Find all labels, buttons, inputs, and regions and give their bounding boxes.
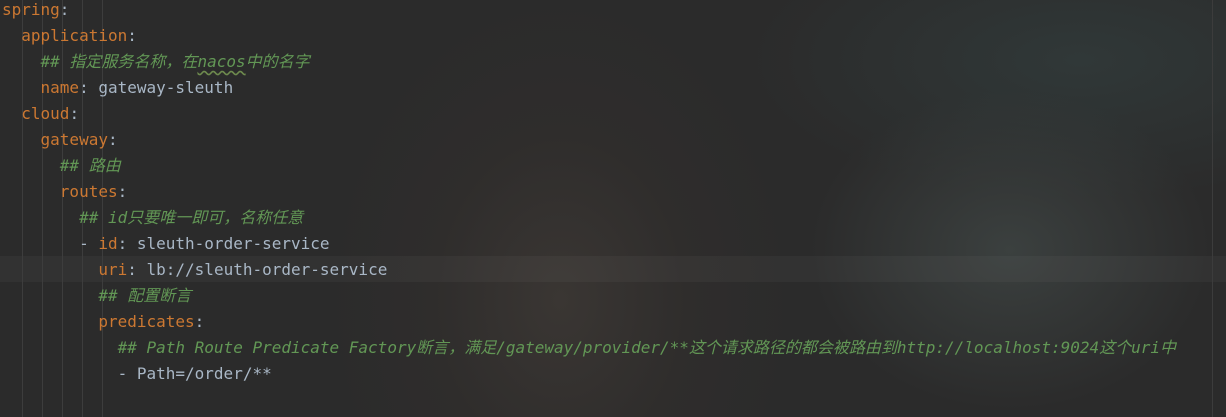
yaml-dash: -	[79, 234, 99, 253]
yaml-comment: ## 路由	[59, 156, 121, 175]
yaml-key: id	[98, 234, 118, 253]
yaml-key: predicates	[98, 312, 195, 331]
code-line[interactable]: - Path=/order/**	[2, 361, 1176, 387]
yaml-key: routes	[59, 182, 118, 201]
code-line[interactable]: uri: lb://sleuth-order-service	[2, 257, 1176, 283]
yaml-separator: :	[127, 26, 137, 45]
code-line[interactable]: predicates:	[2, 309, 1176, 335]
yaml-separator: :	[117, 182, 128, 201]
code-line[interactable]: application:	[2, 23, 1176, 49]
yaml-value: gateway-sleuth	[88, 78, 234, 97]
yaml-comment: ## id只要唯一即可，名称任意	[79, 208, 304, 227]
code-line[interactable]: ## 配置断言	[2, 283, 1176, 309]
yaml-key: cloud	[21, 104, 70, 123]
code-line[interactable]: ## Path Route Predicate Factory断言，满足/gat…	[2, 335, 1176, 361]
right-margin-guide	[1212, 0, 1213, 417]
yaml-code[interactable]: spring: application: ## 指定服务名称，在nacos中的名…	[2, 0, 1176, 387]
yaml-separator: :	[59, 0, 70, 19]
code-line[interactable]: name: gateway-sleuth	[2, 75, 1176, 101]
yaml-key: name	[40, 78, 80, 97]
yaml-separator: :	[127, 260, 137, 279]
code-line[interactable]: gateway:	[2, 127, 1176, 153]
code-line[interactable]: cloud:	[2, 101, 1176, 127]
yaml-value: sleuth-order-service	[127, 234, 330, 253]
yaml-key: uri	[98, 260, 128, 279]
spellcheck-word: nacos	[197, 52, 246, 71]
yaml-key: spring	[2, 0, 60, 19]
yaml-comment: ## 指定服务名称，在nacos中的名字	[41, 52, 310, 71]
comment-text: ## 指定服务名称，在	[40, 52, 198, 71]
yaml-separator: :	[69, 104, 80, 123]
code-line[interactable]: ## 路由	[2, 153, 1176, 179]
code-line[interactable]: routes:	[2, 179, 1176, 205]
yaml-separator: :	[79, 78, 89, 97]
yaml-separator: :	[194, 312, 205, 331]
yaml-separator: :	[117, 234, 128, 253]
yaml-value: lb://sleuth-order-service	[136, 260, 388, 279]
code-line[interactable]: - id: sleuth-order-service	[2, 231, 1176, 257]
yaml-comment: ## Path Route Predicate Factory断言，满足/gat…	[117, 338, 1177, 357]
code-line[interactable]: ## 指定服务名称，在nacos中的名字	[2, 49, 1176, 75]
code-line[interactable]: ## id只要唯一即可，名称任意	[2, 205, 1176, 231]
yaml-list-item: - Path=/order/**	[117, 364, 272, 383]
yaml-key: application	[21, 26, 128, 45]
comment-text: 中的名字	[245, 52, 310, 71]
code-line[interactable]: spring:	[2, 0, 1176, 23]
code-editor[interactable]: spring: application: ## 指定服务名称，在nacos中的名…	[0, 0, 1226, 417]
yaml-separator: :	[107, 130, 118, 149]
yaml-key: gateway	[40, 130, 108, 149]
yaml-comment: ## 配置断言	[98, 286, 192, 305]
